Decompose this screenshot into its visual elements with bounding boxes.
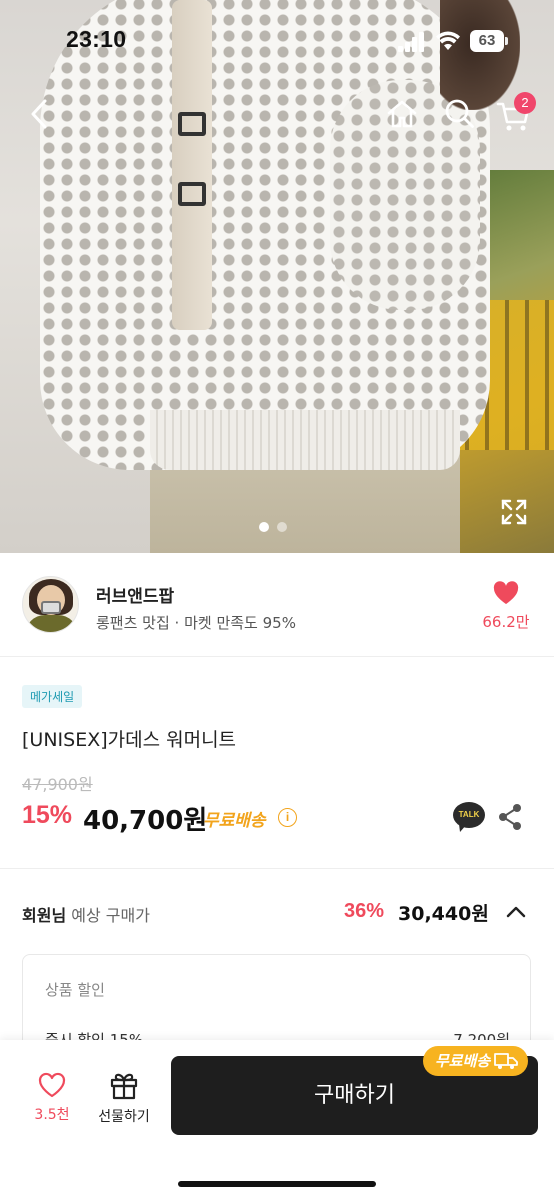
wifi-icon — [436, 31, 460, 50]
like-count: 3.5천 — [34, 1107, 70, 1123]
member-price: 30,440원 — [398, 903, 489, 925]
product-photo-buckle — [178, 182, 206, 206]
free-shipping-tag: 무료배송 — [423, 1046, 529, 1076]
kakao-talk-share-icon[interactable]: TALK — [453, 802, 485, 832]
breakdown-title: 상품 할인 — [45, 981, 105, 999]
gallery-dot — [277, 522, 287, 532]
battery-icon: 63 — [470, 30, 508, 52]
truck-icon — [494, 1053, 519, 1069]
gift-label: 선물하기 — [98, 1109, 150, 1125]
sale-badge: 메가세일 — [22, 685, 83, 708]
talk-label: TALK — [453, 802, 485, 828]
product-photo-hem — [150, 410, 460, 470]
expand-icon[interactable] — [500, 498, 528, 526]
seller-name[interactable]: 러브앤드팝 — [96, 582, 174, 607]
gift-button[interactable]: 선물하기 — [92, 1070, 156, 1126]
product-title: [UNISEX]가데스 워머니트 — [22, 729, 237, 751]
original-price: 47,900원 — [22, 775, 93, 794]
like-button[interactable]: 3.5천 — [30, 1072, 74, 1124]
back-icon[interactable] — [22, 96, 58, 132]
status-time: 23:10 — [66, 26, 127, 52]
gift-icon — [110, 1073, 138, 1100]
heart-outline-icon — [38, 1072, 66, 1098]
seller-like-button[interactable]: 66.2만 — [480, 581, 532, 632]
free-shipping-label: 무료배송 — [203, 811, 266, 831]
battery-level: 63 — [470, 30, 504, 52]
bottom-action-bar: 3.5천 선물하기 구매하기 무료배송 — [0, 1040, 554, 1200]
search-icon[interactable] — [442, 96, 478, 132]
gallery-dot-active — [259, 522, 269, 532]
seller-description: 롱팬츠 맛집 · 마켓 만족도 95% — [96, 614, 296, 632]
cellular-signal-icon — [398, 32, 426, 52]
seller-row[interactable]: 러브앤드팝 롱팬츠 맛집 · 마켓 만족도 95% 66.2만 — [0, 553, 554, 657]
member-price-label: 회원님 예상 구매가 — [22, 906, 150, 925]
chevron-up-icon[interactable] — [504, 900, 528, 924]
cart-count-badge: 2 — [514, 92, 536, 114]
heart-filled-icon — [493, 581, 519, 604]
seller-avatar[interactable] — [22, 576, 79, 633]
home-icon[interactable] — [384, 96, 420, 132]
discount-rate: 15% — [22, 801, 73, 829]
product-info: 메가세일 [UNISEX]가데스 워머니트 47,900원 15% 40,700… — [0, 657, 554, 869]
gallery-indicator — [259, 517, 295, 536]
sale-price: 40,700원 — [83, 806, 208, 836]
share-icon[interactable] — [497, 803, 523, 831]
product-image-gallery[interactable] — [0, 0, 554, 553]
home-indicator — [178, 1181, 376, 1187]
status-bar: 23:10 63 — [0, 0, 554, 80]
member-discount-rate: 36% — [344, 900, 385, 922]
info-icon[interactable]: i — [278, 808, 297, 827]
product-photo-buckle — [178, 112, 206, 136]
member-price-section: 회원님 예상 구매가 36% 30,440원 상품 할인 즉시 할인 15% -… — [0, 870, 554, 1094]
seller-like-count: 66.2만 — [482, 613, 530, 631]
